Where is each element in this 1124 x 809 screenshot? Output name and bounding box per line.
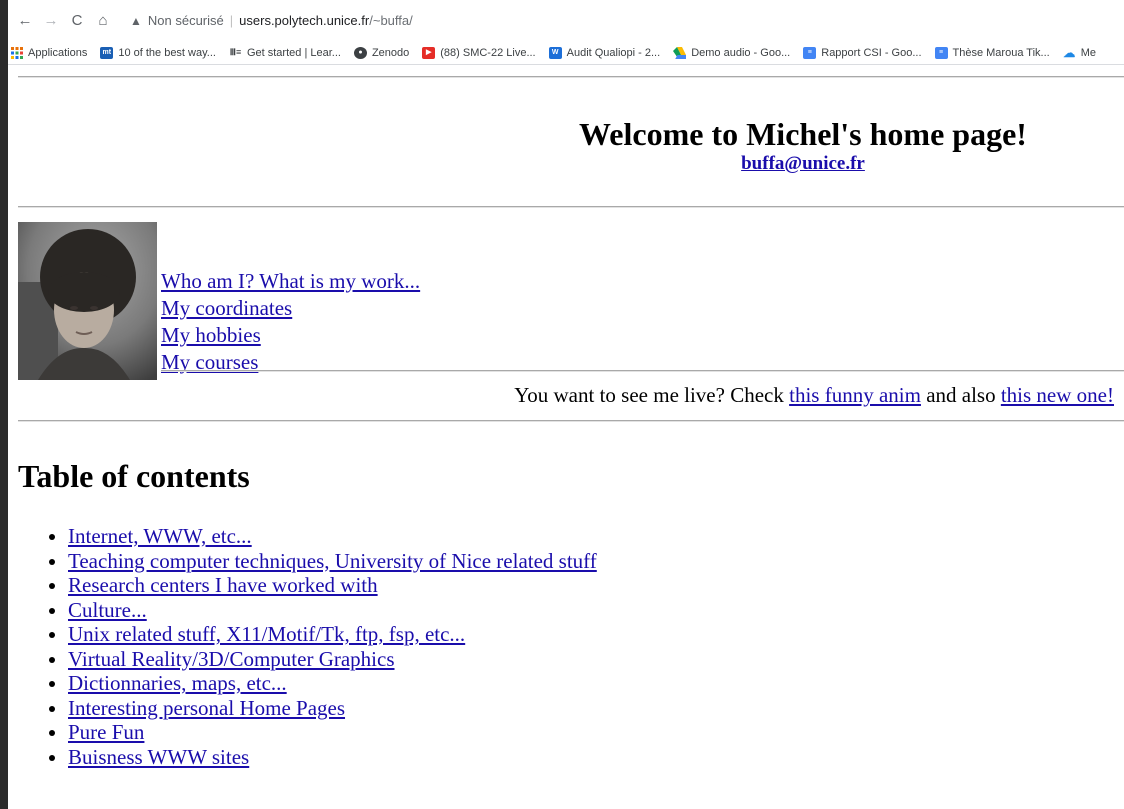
browser-window: ← → C ⌂ ▲ Non sécurisé | users.polytech.…	[8, 0, 1124, 809]
email-link[interactable]: buffa@unice.fr	[741, 153, 865, 174]
bookmark-label: Get started | Lear...	[246, 46, 341, 59]
bookmark-label: Audit Qualiopi - 2...	[566, 46, 661, 59]
bookmark-label: Zenodo	[371, 46, 410, 59]
bars-icon: Ⅲ≡	[229, 47, 242, 57]
forward-icon[interactable]: →	[38, 8, 64, 34]
back-icon[interactable]: ←	[12, 8, 38, 34]
globe-icon: ●	[353, 46, 367, 59]
list-item: Pure Fun	[68, 720, 1124, 745]
bookmark-label: 10 of the best way...	[118, 46, 216, 59]
list-item: Buisness WWW sites	[68, 745, 1124, 770]
mit-icon: mt	[100, 46, 114, 59]
bookmark-label: Thèse Maroua Tik...	[952, 46, 1050, 59]
google-docs-icon: ≡	[934, 46, 948, 59]
toc-link-research[interactable]: Research centers I have worked with	[68, 573, 378, 597]
toc-link-home-pages[interactable]: Interesting personal Home Pages	[68, 696, 345, 720]
bookmark-label: (88) SMC-22 Live...	[440, 46, 536, 59]
intro-links: Who am I? What is my work... My coordina…	[157, 268, 420, 380]
bookmark-best-ways[interactable]: mt 10 of the best way...	[100, 46, 216, 59]
toc-link-internet[interactable]: Internet, WWW, etc...	[68, 524, 252, 548]
hobbies-link[interactable]: My hobbies	[161, 322, 420, 349]
warning-icon[interactable]: ▲	[130, 14, 142, 28]
bookmark-audit-qualiopi[interactable]: W Audit Qualiopi - 2...	[548, 46, 661, 59]
address-bar[interactable]: ▲ Non sécurisé | users.polytech.unice.fr…	[122, 6, 1102, 36]
intro-section: Who am I? What is my work... My coordina…	[18, 222, 1124, 380]
email-link-wrap: buffa@unice.fr	[488, 153, 1118, 175]
toc-link-teaching[interactable]: Teaching computer techniques, University…	[68, 549, 597, 573]
toc-link-pure-fun[interactable]: Pure Fun	[68, 720, 144, 744]
list-item: Unix related stuff, X11/Motif/Tk, ftp, f…	[68, 622, 1124, 647]
google-docs-icon: ≡	[803, 46, 817, 59]
word-icon: W	[548, 46, 562, 59]
who-am-i-link[interactable]: Who am I? What is my work...	[161, 268, 420, 295]
bookmark-demo-audio[interactable]: Demo audio - Goo...	[673, 46, 791, 59]
bookmarks-bar: Applications mt 10 of the best way... Ⅲ≡…	[8, 41, 1124, 65]
list-item: Interesting personal Home Pages	[68, 696, 1124, 721]
bookmark-label: Applications	[28, 46, 88, 59]
toc-heading: Table of contents	[18, 458, 250, 494]
list-item: Culture...	[68, 598, 1124, 623]
bookmark-get-started[interactable]: Ⅲ≡ Get started | Lear...	[229, 47, 341, 59]
list-item: Teaching computer techniques, University…	[68, 549, 1124, 574]
youtube-icon: ▶	[422, 46, 436, 59]
toc-list: Internet, WWW, etc... Teaching computer …	[18, 524, 1124, 769]
list-item: Virtual Reality/3D/Computer Graphics	[68, 647, 1124, 672]
portrait-photo	[18, 222, 157, 380]
new-anim-link[interactable]: this new one!	[1001, 383, 1114, 407]
funny-anim-link[interactable]: this funny anim	[789, 383, 921, 407]
home-icon[interactable]: ⌂	[90, 8, 116, 34]
bookmark-these-maroua[interactable]: ≡ Thèse Maroua Tik...	[934, 46, 1050, 59]
live-prefix: You want to see me live? Check	[514, 383, 790, 407]
drive-icon	[673, 46, 687, 59]
toc-link-dictionaries[interactable]: Dictionnaries, maps, etc...	[68, 671, 287, 695]
horizontal-rule	[161, 370, 1124, 372]
bookmark-applications[interactable]: Applications	[10, 46, 88, 59]
page-content: Welcome to Michel's home page! buffa@uni…	[8, 65, 1124, 769]
list-item: Research centers I have worked with	[68, 573, 1124, 598]
welcome-block: Welcome to Michel's home page! buffa@uni…	[18, 115, 1118, 175]
bookmark-label: Demo audio - Goo...	[691, 46, 791, 59]
toc-link-unix[interactable]: Unix related stuff, X11/Motif/Tk, ftp, f…	[68, 622, 465, 646]
toc-link-culture[interactable]: Culture...	[68, 598, 147, 622]
bookmark-zenodo[interactable]: ● Zenodo	[353, 46, 410, 59]
bookmark-label: Me	[1080, 46, 1097, 59]
list-item: Internet, WWW, etc...	[68, 524, 1124, 549]
toc-link-business[interactable]: Buisness WWW sites	[68, 745, 249, 769]
toc-link-vr[interactable]: Virtual Reality/3D/Computer Graphics	[68, 647, 395, 671]
page-title: Welcome to Michel's home page!	[579, 116, 1027, 152]
bookmark-smc22[interactable]: ▶ (88) SMC-22 Live...	[422, 46, 536, 59]
list-item: Dictionnaries, maps, etc...	[68, 671, 1124, 696]
bookmark-rapport-csi[interactable]: ≡ Rapport CSI - Goo...	[803, 46, 922, 59]
live-middle: and also	[920, 383, 1001, 407]
bookmark-me[interactable]: ☁ Me	[1063, 47, 1096, 59]
reload-icon[interactable]: C	[64, 8, 90, 34]
browser-toolbar: ← → C ⌂ ▲ Non sécurisé | users.polytech.…	[8, 0, 1124, 41]
cloud-icon: ☁	[1063, 45, 1076, 60]
url-host[interactable]: users.polytech.unice.fr	[239, 13, 369, 28]
address-separator: |	[229, 13, 234, 28]
security-label[interactable]: Non sécurisé	[148, 13, 224, 28]
url-path[interactable]: /~buffa/	[369, 13, 413, 28]
live-sentence: You want to see me live? Check this funn…	[18, 380, 1114, 410]
coordinates-link[interactable]: My coordinates	[161, 295, 420, 322]
apps-grid-icon	[10, 46, 23, 59]
bookmark-label: Rapport CSI - Goo...	[821, 46, 922, 59]
